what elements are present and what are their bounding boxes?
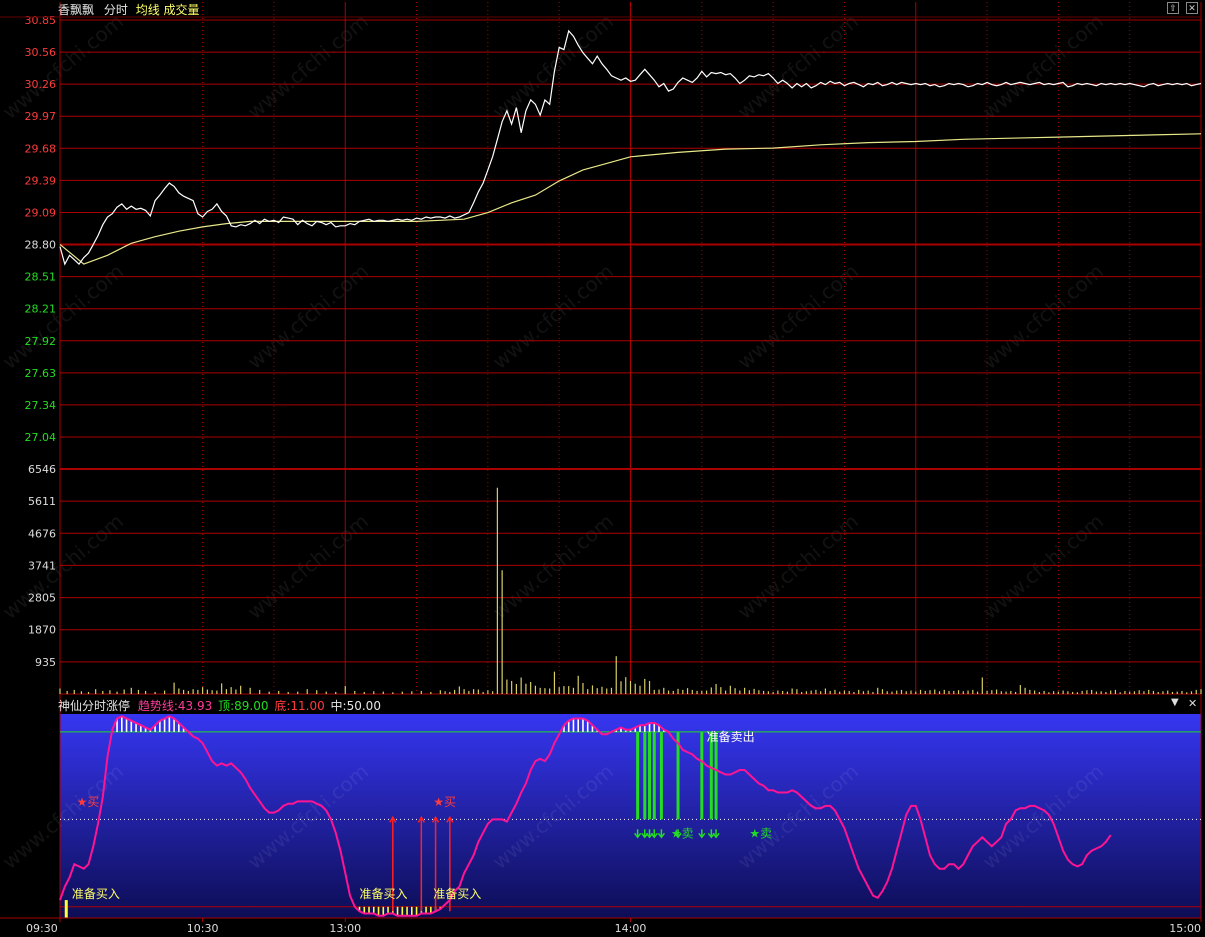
signal-label: 准备买入 [360, 887, 408, 901]
volume-tick-label: 6546 [28, 463, 56, 476]
intraday-chart: www.cfchi.com www.cfchi.com www.cfchi.com w… [0, 2, 1202, 935]
dropdown-icon[interactable]: ▼ [1171, 697, 1179, 708]
price-tick-label: 27.63 [25, 367, 57, 380]
volume-tick-label: 4676 [28, 527, 56, 540]
price-tick-label: 27.04 [25, 431, 57, 444]
watermark-text: www.cfchi.com [488, 9, 618, 124]
sell-signal-bar [709, 731, 713, 820]
volume-label[interactable]: 成交量 [164, 3, 200, 17]
sell-signal-bar [659, 731, 663, 820]
restore-icon[interactable]: ⇧ [1167, 2, 1179, 14]
time-axis-label: 10:30 [187, 922, 219, 935]
signal-label: 准备卖出 [707, 730, 755, 744]
price-tick-label: 28.51 [25, 271, 57, 284]
sell-signal-bar [714, 731, 718, 820]
volume-tick-label: 935 [35, 656, 56, 669]
price-tick-label: 30.56 [25, 46, 57, 59]
trend-label: 趋势线: [137, 699, 178, 713]
time-axis-label: 14:00 [615, 922, 647, 935]
watermark-text: www.cfchi.com [733, 9, 863, 124]
price-tick-label: 29.68 [25, 142, 57, 155]
price-tick-label: 29.39 [25, 174, 57, 187]
signal-label: 准备买入 [72, 887, 120, 901]
sell-signal-bar [652, 731, 656, 820]
mid-label: 中: [330, 699, 347, 713]
stock-name: 香飘飘 [58, 3, 95, 17]
mode-label[interactable]: 分时 [104, 3, 128, 17]
indicator-close-icon[interactable]: ✕ [1188, 697, 1197, 710]
sell-signal-bar [700, 731, 704, 820]
mid-value: 50.00 [346, 699, 381, 713]
bottom-label: 底: [274, 699, 291, 713]
start-marker-bar [64, 900, 68, 918]
watermark-text: www.cfchi.com [978, 509, 1108, 624]
avg-line-label[interactable]: 均线 [136, 3, 160, 17]
sell-signal-bar [643, 731, 647, 820]
watermark-text: www.cfchi.com [978, 9, 1108, 124]
price-tick-label: 27.92 [25, 335, 57, 348]
indicator-name[interactable]: 神仙分时涨停 [58, 699, 130, 713]
watermark-text: www.cfchi.com [243, 9, 373, 124]
signal-label: ★卖 [671, 826, 694, 840]
bottom-value: 11.00 [290, 699, 325, 713]
time-axis-label: 09:30 [26, 922, 58, 935]
volume-tick-label: 5611 [28, 495, 56, 508]
price-tick-label: 28.21 [25, 303, 57, 316]
watermark-text: www.cfchi.com [0, 509, 128, 624]
price-tick-label: 30.26 [25, 78, 57, 91]
price-tick-label: 30.85 [25, 14, 57, 27]
signal-label: ★卖 [749, 826, 772, 840]
signal-label: ★买 [433, 795, 456, 809]
price-tick-label: 28.80 [25, 239, 57, 252]
volume-tick-label: 1870 [28, 624, 56, 637]
volume-tick-label: 3741 [28, 559, 56, 572]
chart-header: 香飘飘 分时 均线 成交量 [58, 1, 200, 18]
indicator-header: 神仙分时涨停 趋势线:43.93 顶:89.00 底:11.00 中:50.00 [58, 697, 381, 714]
time-axis-label: 13:00 [329, 922, 361, 935]
top-label: 顶: [218, 699, 235, 713]
signal-label: ★买 [77, 795, 100, 809]
signal-label: 准备买入 [433, 887, 481, 901]
price-tick-label: 27.34 [25, 399, 57, 412]
sell-signal-bar [636, 731, 640, 820]
price-tick-label: 29.97 [25, 110, 57, 123]
volume-tick-label: 2805 [28, 592, 56, 605]
trend-value: 43.93 [177, 699, 213, 713]
watermark-text: www.cfchi.com [488, 509, 618, 624]
time-axis-label: 15:00 [1169, 922, 1201, 935]
top-value: 89.00 [234, 699, 269, 713]
close-window-icon[interactable]: ✕ [1186, 2, 1198, 14]
price-tick-label: 29.09 [25, 206, 57, 219]
watermark-text: www.cfchi.com [0, 9, 128, 124]
sell-signal-bar [648, 731, 652, 820]
watermark-text: www.cfchi.com [733, 509, 863, 624]
watermark-text: www.cfchi.com [243, 509, 373, 624]
